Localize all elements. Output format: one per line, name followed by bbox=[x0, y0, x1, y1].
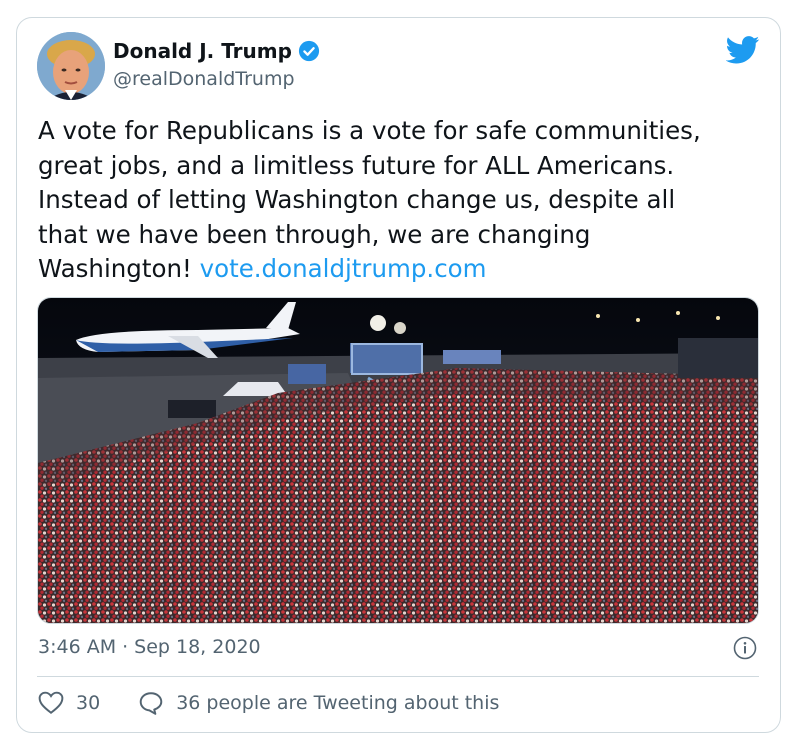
author-name-row[interactable]: Donald J. Trump bbox=[113, 39, 320, 63]
tweet-timestamp[interactable]: 3:46 AM · Sep 18, 2020 bbox=[38, 636, 261, 658]
speech-bubble-icon bbox=[139, 692, 163, 715]
timestamp-separator: · bbox=[122, 636, 129, 658]
tweet-line: great jobs, and a limitless future for A… bbox=[38, 150, 675, 180]
conversation-text[interactable]: 36 people are Tweeting about this bbox=[176, 692, 499, 714]
rally-photo[interactable] bbox=[37, 297, 759, 624]
author-name[interactable]: Donald J. Trump bbox=[113, 39, 292, 63]
tweet-line: Instead of letting Washington change us,… bbox=[38, 185, 676, 214]
tweet-line: that we have been through, we are changi… bbox=[38, 219, 591, 249]
verified-badge-icon bbox=[298, 40, 320, 62]
like-button[interactable]: 30 bbox=[38, 691, 100, 715]
like-count: 30 bbox=[76, 692, 101, 714]
avatar[interactable] bbox=[37, 32, 105, 100]
twitter-bird-icon[interactable] bbox=[725, 36, 760, 68]
rally-photo-image bbox=[38, 298, 758, 623]
tweet-line-text: Washington! bbox=[38, 254, 192, 283]
tweet-line: Washington! vote.donaldjtrump.com bbox=[38, 252, 768, 287]
heart-icon bbox=[38, 691, 64, 714]
author-handle[interactable]: @realDonaldTrump bbox=[113, 68, 295, 90]
tweet-actions: 30 36 people are Tweeting about this bbox=[38, 691, 499, 715]
tweet-date[interactable]: Sep 18, 2020 bbox=[134, 636, 260, 658]
divider bbox=[37, 676, 759, 677]
tweet-time[interactable]: 3:46 AM bbox=[38, 636, 116, 658]
avatar-image bbox=[37, 32, 105, 100]
tweet-link[interactable]: vote.donaldjtrump.com bbox=[200, 254, 487, 283]
tweet-line: A vote for Republicans is a vote for saf… bbox=[38, 116, 701, 145]
conversation-button[interactable]: 36 people are Tweeting about this bbox=[138, 691, 499, 715]
info-icon[interactable] bbox=[733, 636, 757, 664]
tweet-text: A vote for Republicans is a vote for saf… bbox=[38, 114, 768, 287]
